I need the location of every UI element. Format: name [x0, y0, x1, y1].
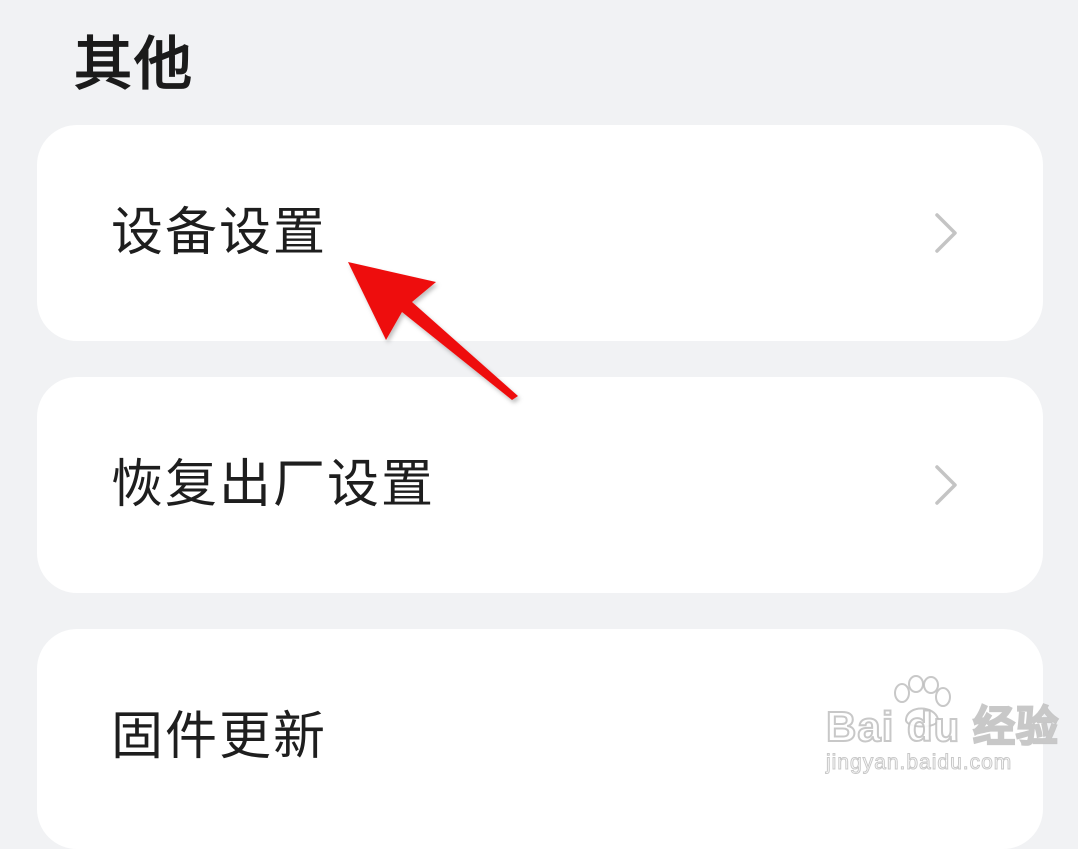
settings-item-device-settings[interactable]: 设备设置: [37, 125, 1043, 341]
chevron-right-icon: [935, 465, 957, 505]
settings-item-label: 设备设置: [111, 203, 328, 263]
section-title: 其他: [74, 30, 195, 98]
settings-item-label: 固件更新: [111, 707, 328, 767]
settings-item-factory-reset[interactable]: 恢复出厂设置: [37, 377, 1043, 593]
settings-item-label: 恢复出厂设置: [111, 455, 436, 515]
chevron-right-icon: [935, 213, 957, 253]
settings-item-firmware-update[interactable]: 固件更新: [37, 629, 1043, 849]
